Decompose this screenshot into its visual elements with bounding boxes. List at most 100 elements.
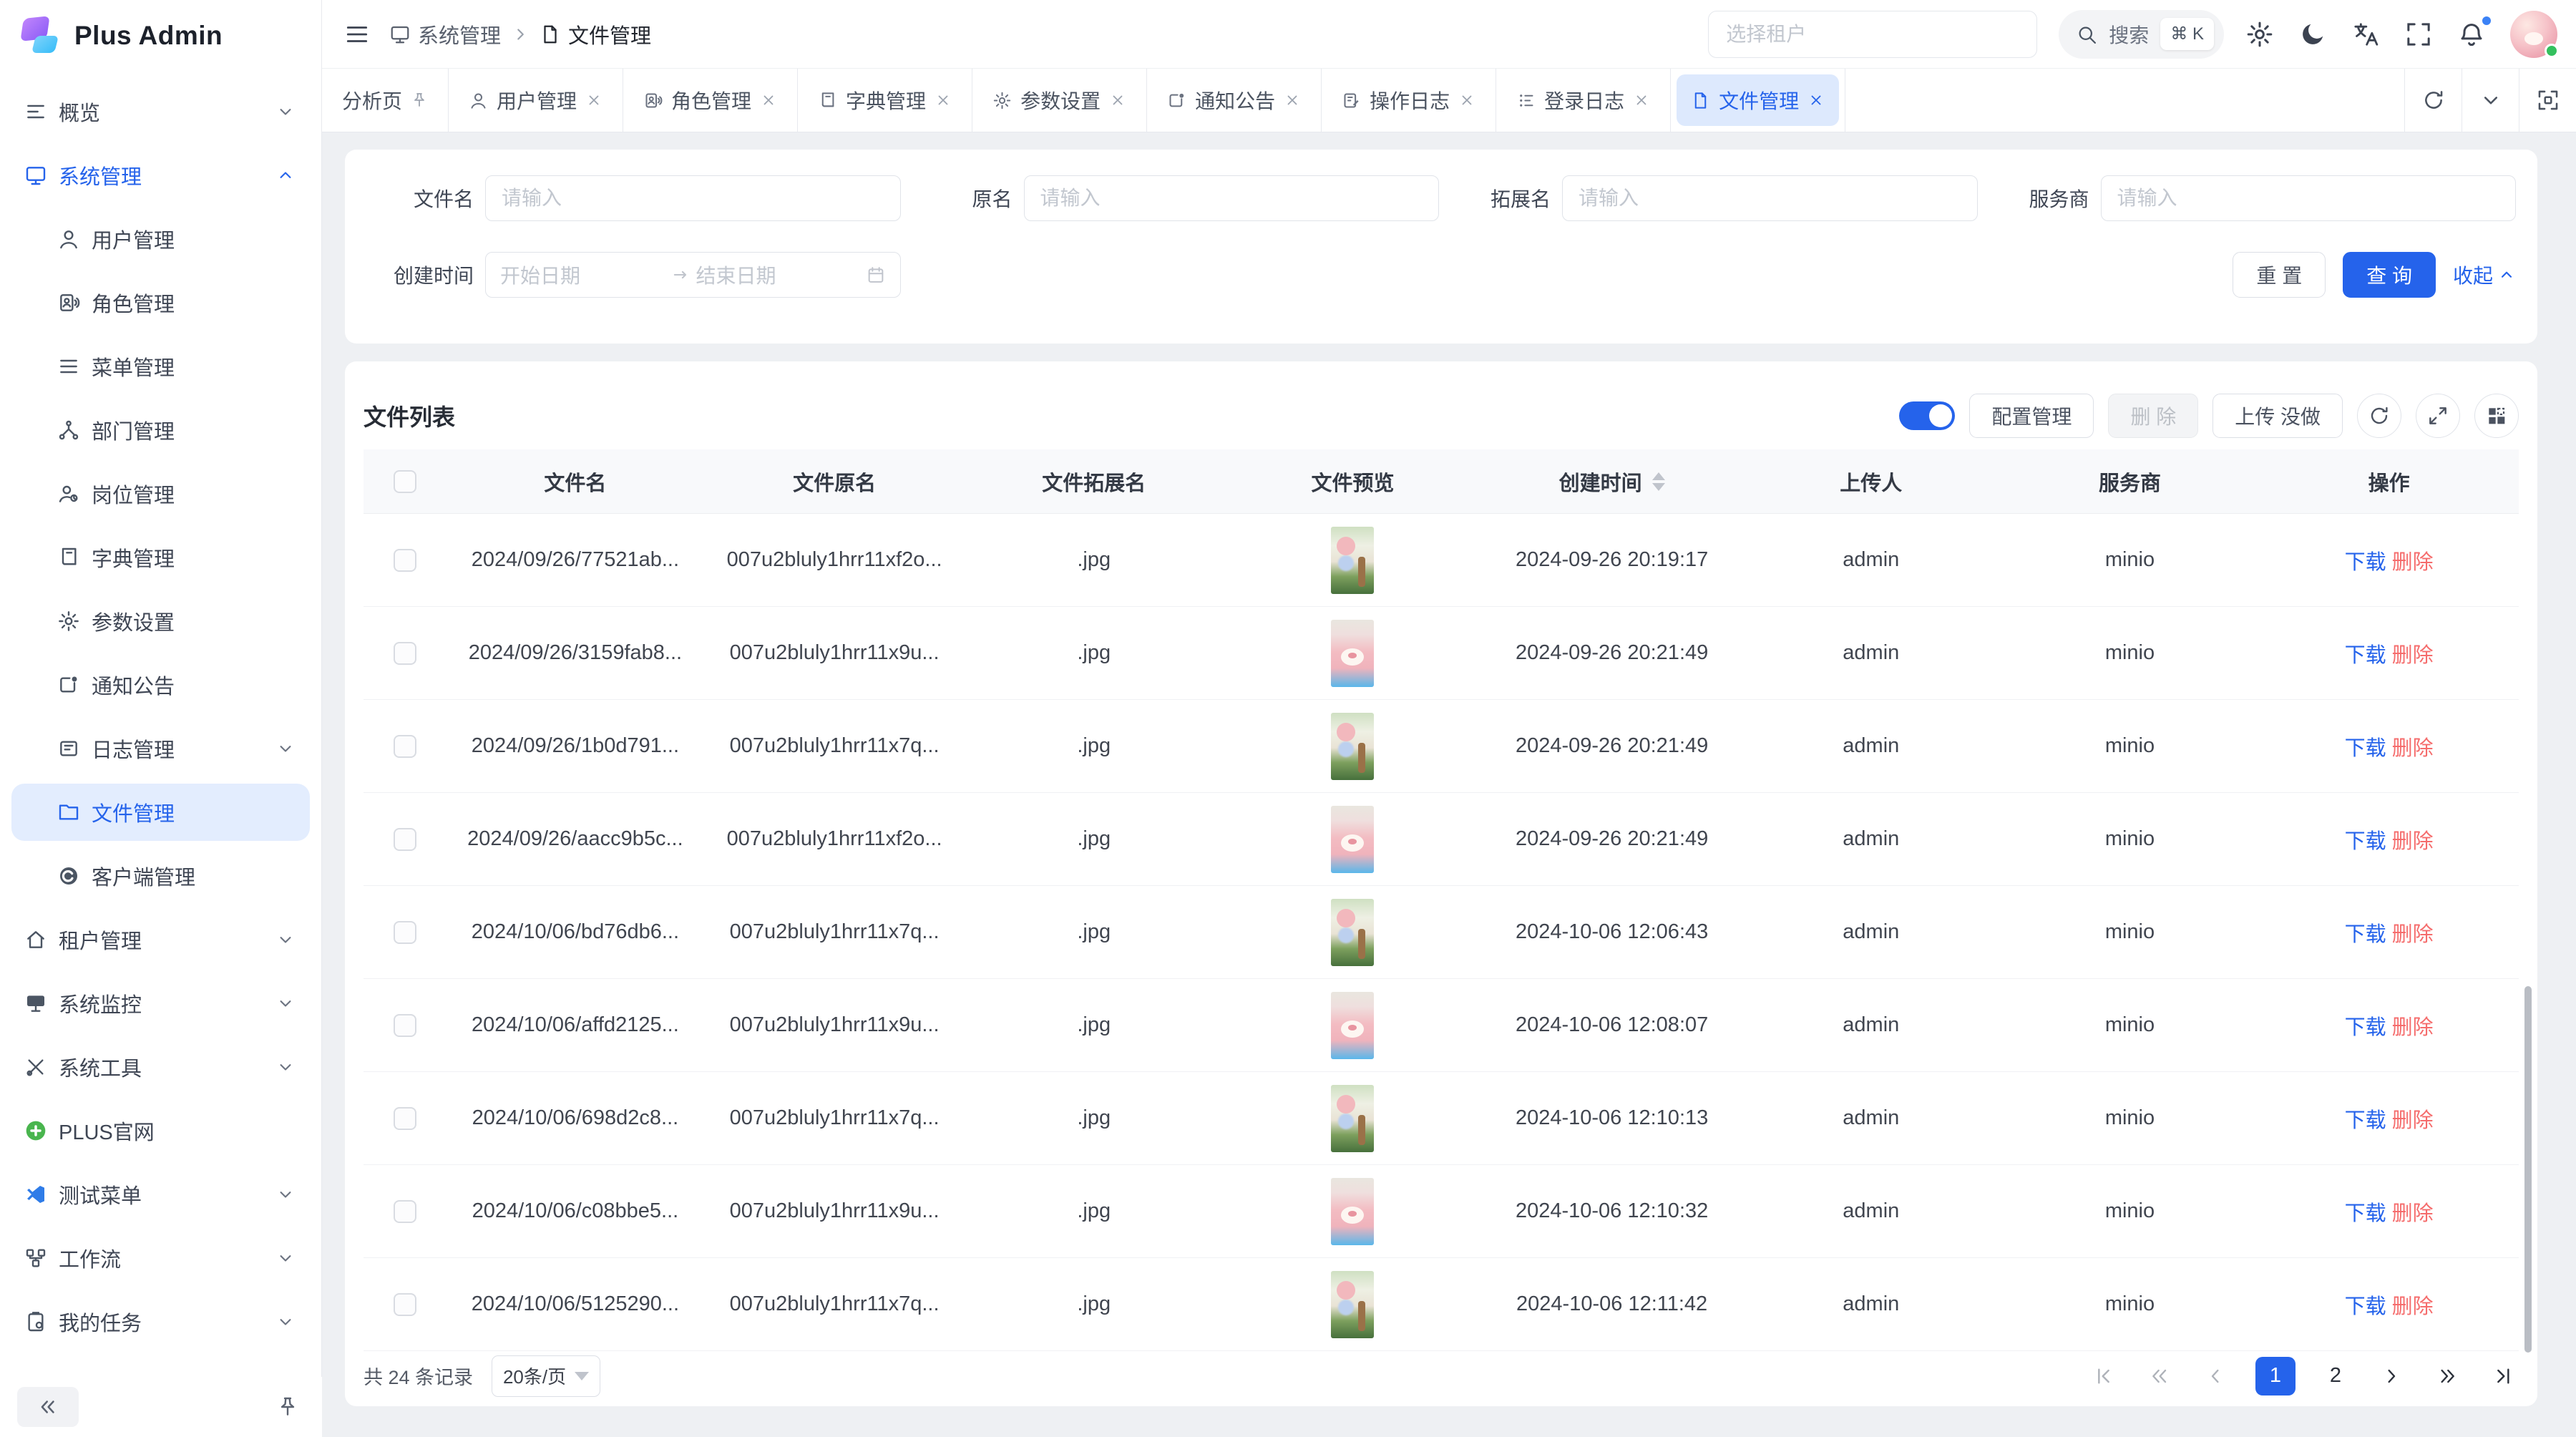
tab-close-icon[interactable] — [760, 92, 777, 109]
tab-close-icon[interactable] — [1807, 92, 1825, 109]
tab-close-icon[interactable] — [935, 92, 952, 109]
row-checkbox[interactable] — [394, 1014, 416, 1037]
delete-link[interactable]: 删除 — [2392, 638, 2434, 668]
download-link[interactable]: 下载 — [2345, 1104, 2386, 1134]
tab-登录日志[interactable]: 登录日志 — [1496, 69, 1671, 132]
delete-link[interactable]: 删除 — [2392, 1104, 2434, 1134]
breadcrumb-file[interactable]: 文件管理 — [540, 19, 651, 49]
pager-last-page-icon[interactable] — [2487, 1357, 2519, 1395]
tenant-select-input[interactable] — [1708, 11, 2037, 58]
tab-通知公告[interactable]: 通知公告 — [1147, 69, 1322, 132]
sidebar-item-角色管理[interactable]: 角色管理 — [11, 274, 310, 331]
sidebar-item-菜单管理[interactable]: 菜单管理 — [11, 338, 310, 395]
sidebar-item-通知公告[interactable]: 通知公告 — [11, 656, 310, 713]
sidebar-item-系统工具[interactable]: 系统工具 — [11, 1038, 310, 1096]
select-all-checkbox[interactable] — [394, 470, 416, 493]
sidebar-item-测试菜单[interactable]: 测试菜单 — [11, 1166, 310, 1223]
file-preview-thumbnail[interactable] — [1331, 713, 1374, 780]
download-link[interactable]: 下载 — [2345, 917, 2386, 948]
row-checkbox[interactable] — [394, 828, 416, 851]
tab-文件管理[interactable]: 文件管理 — [1671, 69, 1845, 132]
translate-icon[interactable] — [2351, 19, 2383, 50]
sidebar-item-租户管理[interactable]: 租户管理 — [11, 911, 310, 968]
pin-icon[interactable] — [276, 1393, 305, 1421]
file-preview-thumbnail[interactable] — [1331, 899, 1374, 966]
search-button[interactable]: 查 询 — [2343, 252, 2436, 298]
tab-refresh-icon[interactable] — [2404, 69, 2462, 132]
tab-分析页[interactable]: 分析页 — [322, 69, 449, 132]
fullscreen-icon[interactable] — [2404, 19, 2436, 50]
delete-link[interactable]: 删除 — [2392, 1197, 2434, 1227]
sidebar-item-字典管理[interactable]: 字典管理 — [11, 529, 310, 586]
row-checkbox[interactable] — [394, 1293, 416, 1316]
breadcrumb-system[interactable]: 系统管理 — [389, 19, 501, 49]
pin-icon[interactable] — [411, 92, 428, 109]
file-preview-thumbnail[interactable] — [1331, 527, 1374, 594]
tab-角色管理[interactable]: 角色管理 — [623, 69, 798, 132]
sidebar-item-我的任务[interactable]: 我的任务 — [11, 1293, 310, 1350]
file-preview-thumbnail[interactable] — [1331, 1178, 1374, 1245]
sidebar-item-文件管理[interactable]: 文件管理 — [11, 784, 310, 841]
tab-用户管理[interactable]: 用户管理 — [449, 69, 623, 132]
pager-first-page-icon[interactable] — [2088, 1357, 2119, 1395]
row-checkbox[interactable] — [394, 1200, 416, 1223]
dark-mode-moon-icon[interactable] — [2298, 19, 2330, 50]
pager-page-1[interactable]: 1 — [2255, 1357, 2296, 1395]
sidebar-item-概览[interactable]: 概览 — [11, 83, 310, 140]
download-link[interactable]: 下载 — [2345, 638, 2386, 668]
row-checkbox[interactable] — [394, 1107, 416, 1130]
sidebar-item-工作流[interactable]: 工作流 — [11, 1229, 310, 1287]
sidebar-item-系统管理[interactable]: 系统管理 — [11, 147, 310, 204]
settings-gear-icon[interactable] — [2245, 19, 2277, 50]
table-expand-icon[interactable] — [2416, 394, 2460, 438]
delete-link[interactable]: 删除 — [2392, 1290, 2434, 1320]
table-refresh-icon[interactable] — [2357, 394, 2401, 438]
filter-input-原名[interactable] — [1024, 175, 1440, 221]
download-link[interactable]: 下载 — [2345, 824, 2386, 854]
download-link[interactable]: 下载 — [2345, 1197, 2386, 1227]
pager-jump-back-icon[interactable] — [2144, 1357, 2175, 1395]
column-header-创建时间[interactable]: 创建时间 — [1482, 467, 1742, 497]
sidebar-item-PLUS官网[interactable]: PLUS官网 — [11, 1102, 310, 1159]
pager-next-page-icon[interactable] — [2376, 1357, 2407, 1395]
tab-more-chevron-icon[interactable] — [2462, 69, 2519, 132]
tab-close-icon[interactable] — [1109, 92, 1126, 109]
reset-button[interactable]: 重 置 — [2233, 252, 2326, 298]
file-preview-thumbnail[interactable] — [1331, 992, 1374, 1059]
global-search-button[interactable]: 搜索 ⌘ K — [2059, 10, 2224, 59]
download-link[interactable]: 下载 — [2345, 1290, 2386, 1320]
file-preview-thumbnail[interactable] — [1331, 1085, 1374, 1152]
filter-input-拓展名[interactable] — [1562, 175, 1978, 221]
sidebar-collapse-button[interactable] — [17, 1387, 79, 1427]
pager-jump-forward-icon[interactable] — [2431, 1357, 2463, 1395]
sidebar-toggle-icon[interactable] — [343, 21, 371, 48]
date-range-input[interactable]: 开始日期 结束日期 — [485, 252, 901, 298]
sort-arrows-icon[interactable] — [1652, 472, 1665, 491]
notifications-bell-icon[interactable] — [2457, 19, 2489, 50]
delete-link[interactable]: 删除 — [2392, 917, 2434, 948]
file-preview-thumbnail[interactable] — [1331, 620, 1374, 687]
tab-close-icon[interactable] — [585, 92, 602, 109]
row-checkbox[interactable] — [394, 549, 416, 572]
sidebar-item-参数设置[interactable]: 参数设置 — [11, 593, 310, 650]
pager-page-2[interactable]: 2 — [2320, 1357, 2351, 1395]
sidebar-item-日志管理[interactable]: 日志管理 — [11, 720, 310, 777]
tab-字典管理[interactable]: 字典管理 — [798, 69, 972, 132]
tab-操作日志[interactable]: 操作日志 — [1322, 69, 1496, 132]
delete-link[interactable]: 删除 — [2392, 824, 2434, 854]
sidebar-item-岗位管理[interactable]: 岗位管理 — [11, 465, 310, 522]
tab-close-icon[interactable] — [1633, 92, 1650, 109]
tab-参数设置[interactable]: 参数设置 — [972, 69, 1147, 132]
sidebar-item-gitee记录[interactable]: gitee记录 — [11, 1357, 310, 1377]
sidebar-item-用户管理[interactable]: 用户管理 — [11, 210, 310, 268]
tab-close-icon[interactable] — [1284, 92, 1301, 109]
tab-fullscreen-icon[interactable] — [2519, 69, 2576, 132]
tab-close-icon[interactable] — [1458, 92, 1475, 109]
row-checkbox[interactable] — [394, 921, 416, 944]
row-checkbox[interactable] — [394, 735, 416, 758]
file-preview-thumbnail[interactable] — [1331, 1271, 1374, 1338]
page-size-select[interactable]: 20条/页 — [492, 1355, 600, 1397]
sidebar-item-部门管理[interactable]: 部门管理 — [11, 401, 310, 459]
row-checkbox[interactable] — [394, 642, 416, 665]
table-scrollbar-thumb[interactable] — [2524, 986, 2532, 1353]
